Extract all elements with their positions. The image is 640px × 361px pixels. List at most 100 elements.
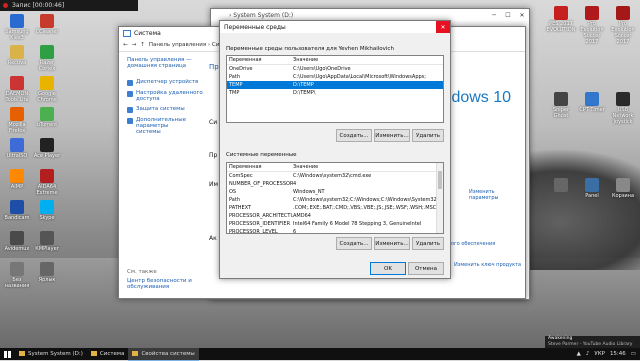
taskbar: System System (D:) Система Свойства систем… xyxy=(0,347,640,361)
variable-row[interactable]: NUMBER_OF_PROCESSORS 4 xyxy=(227,180,437,188)
see-also-label: См. также xyxy=(127,269,157,275)
desktop-shortcut[interactable]: Skype xyxy=(32,200,62,221)
desktop-shortcut[interactable]: CPT Timer xyxy=(577,92,607,113)
network-icon[interactable]: ▲ xyxy=(577,351,581,357)
software-license-link[interactable]: ого обеспечения xyxy=(451,241,495,247)
desktop-shortcut[interactable]: Avidemux xyxy=(2,231,32,252)
desktop-shortcut[interactable]: Samsung Kies3 xyxy=(2,14,32,41)
maximize-button[interactable]: ☐ xyxy=(501,9,515,21)
app-icon xyxy=(40,231,54,245)
system-edit-button[interactable]: Изменить... xyxy=(374,237,410,250)
variable-row[interactable]: Path C:\Users\Ugo\AppData\Local\Microsoft… xyxy=(227,73,443,81)
variable-row[interactable]: PROCESSOR_ARCHITECTU... AMD64 xyxy=(227,212,437,220)
volume-icon[interactable]: ♪ xyxy=(586,351,590,357)
desktop-shortcut[interactable]: КМPlayer xyxy=(32,231,62,252)
env-dialog-title: Переменные среды xyxy=(224,23,286,31)
user-vars-list[interactable]: Переменная Значение OneDrive C:\Users\Ugo… xyxy=(226,55,444,123)
taskbar-item[interactable]: Свойства системы xyxy=(128,347,199,361)
taskbar-item[interactable]: Система xyxy=(87,348,129,360)
desktop-shortcut[interactable]: Google Chrome xyxy=(32,76,62,103)
system-new-button[interactable]: Создать... xyxy=(336,237,372,250)
variable-row[interactable]: PROCESSOR_IDENTIFIER Intel64 Family 6 Mod… xyxy=(227,220,437,228)
col-header-variable[interactable]: Переменная xyxy=(227,163,293,171)
variable-row[interactable]: Path C:\Windows\system32;C:\Windows;C:\Wi… xyxy=(227,196,437,204)
cp-nav-item[interactable]: Дополнительные параметры системы xyxy=(127,117,219,135)
shield-icon xyxy=(127,91,133,97)
desktop-shortcut[interactable]: PES 2017 EVOLUTION xyxy=(546,6,576,33)
variable-row[interactable]: PROCESSOR_LEVEL 6 xyxy=(227,228,437,233)
user-edit-button[interactable]: Изменить... xyxy=(374,129,410,142)
start-button[interactable] xyxy=(0,348,15,360)
desktop-shortcut[interactable] xyxy=(546,178,576,193)
col-header-value[interactable]: Значение xyxy=(293,56,443,64)
cp-nav-label: Защита системы xyxy=(136,106,185,112)
breadcrumb[interactable]: Панель управления › Си xyxy=(149,42,219,48)
variable-row[interactable]: ComSpec C:\Windows\system32\cmd.exe xyxy=(227,172,437,180)
variable-row[interactable]: TMP D:\TEMP\ xyxy=(227,89,443,97)
monitor-icon xyxy=(123,29,131,37)
app-icon xyxy=(10,45,24,59)
system-vars-scrollbar[interactable] xyxy=(436,163,443,233)
forward-arrow-icon[interactable]: → xyxy=(132,42,137,48)
desktop-shortcut[interactable]: Sniper Ghost xyxy=(546,92,576,119)
system-vars-list[interactable]: Переменная Значение ComSpec C:\Windows\sy… xyxy=(226,162,444,234)
desktop-shortcut[interactable]: Корзина xyxy=(608,178,638,199)
desktop-shortcut[interactable]: Pro Evolution Soccer 2017 xyxy=(608,6,638,45)
change-key-link[interactable]: Изменить ключ продукта xyxy=(454,262,521,268)
desktop-shortcut[interactable]: AIMP xyxy=(2,169,32,190)
cp-nav-item[interactable]: Настройка удаленного доступа xyxy=(127,90,219,102)
desktop-shortcut[interactable]: Pro Evolution Soccer 2017 xyxy=(577,6,607,45)
desktop-shortcut[interactable]: AIDA64 Extreme xyxy=(32,169,62,196)
desktop-shortcut[interactable]: USB Network Joystick xyxy=(608,92,638,125)
desktop-shortcut[interactable]: Ace Player xyxy=(32,138,62,159)
variable-row[interactable]: OneDrive C:\Users\Ugo\OneDrive xyxy=(227,65,443,73)
cancel-button[interactable]: Отмена xyxy=(408,262,444,275)
desktop-shortcut[interactable]: Без названия xyxy=(2,262,32,289)
cp-nav-item[interactable]: Защита системы xyxy=(127,106,219,113)
ok-button[interactable]: OK xyxy=(370,262,406,275)
close-button[interactable]: ✕ xyxy=(515,9,529,21)
security-center-link[interactable]: Центр безопасности и обслуживания xyxy=(127,278,192,290)
scrollbar-thumb[interactable] xyxy=(438,171,442,189)
language-indicator[interactable]: УКР xyxy=(594,351,605,357)
user-delete-button[interactable]: Удалить xyxy=(412,129,444,142)
desktop-shortcut[interactable]: DAEMON Tools Lite xyxy=(2,76,32,103)
shortcut-label: Pro Evolution Soccer 2017 xyxy=(611,21,635,45)
desktop-shortcut[interactable]: Mozilla Firefox xyxy=(2,107,32,134)
minimize-button[interactable]: ─ xyxy=(487,9,501,21)
variable-row[interactable]: PATHEXT .COM;.EXE;.BAT;.CMD;.VBS;.VBE;.JS… xyxy=(227,204,437,212)
environment-variables-dialog[interactable]: Переменные среды ✕ Переменные среды поль… xyxy=(219,20,451,279)
shortcut-label: UltraISO xyxy=(6,153,28,159)
system-delete-button[interactable]: Удалить xyxy=(412,237,444,250)
variable-name: TEMP xyxy=(229,82,243,88)
env-titlebar[interactable]: Переменные среды ✕ xyxy=(220,21,450,33)
variable-value: AMD64 xyxy=(293,213,311,219)
desktop-shortcut[interactable]: UltraISO xyxy=(2,138,32,159)
desktop-shortcut[interactable]: Panel xyxy=(577,178,607,199)
col-header-value[interactable]: Значение xyxy=(293,163,437,171)
record-icon xyxy=(3,3,8,8)
variable-value: Intel64 Family 6 Model 78 Stepping 3, Ge… xyxy=(293,221,422,227)
up-arrow-icon[interactable]: ↑ xyxy=(140,42,145,48)
media-notification[interactable]: Awakening Steve Parmer - YouTube Audio L… xyxy=(545,336,640,348)
desktop-shortcut[interactable]: Recuva xyxy=(2,45,32,66)
desktop-shortcut[interactable]: CCleaner xyxy=(32,14,62,35)
control-panel-home-link[interactable]: Панель управления — домашняя страница xyxy=(127,57,217,69)
desktop-shortcut[interactable]: Razer Cortex xyxy=(32,45,62,72)
change-params-link[interactable]: Изменить параметры xyxy=(469,189,498,201)
desktop-shortcut[interactable]: Bandicam xyxy=(2,200,32,221)
notifications-icon[interactable]: ▭ xyxy=(631,351,636,357)
user-new-button[interactable]: Создать... xyxy=(336,129,372,142)
close-button[interactable]: ✕ xyxy=(436,21,450,33)
variable-row[interactable]: OS Windows_NT xyxy=(227,188,437,196)
taskbar-item[interactable]: System System (D:) xyxy=(15,348,87,360)
col-header-variable[interactable]: Переменная xyxy=(227,56,293,64)
variable-row[interactable]: TEMP D:\TEMP xyxy=(227,81,443,89)
desktop-shortcut[interactable]: uTorrent xyxy=(32,107,62,128)
cp-nav-item[interactable]: Диспетчер устройств xyxy=(127,79,219,86)
back-arrow-icon[interactable]: ← xyxy=(123,42,128,48)
clock[interactable]: 15:46 xyxy=(610,351,626,357)
recording-label: Запис [00:00:46] xyxy=(12,2,65,9)
app-icon xyxy=(585,92,599,106)
desktop-shortcut[interactable]: Ярлык xyxy=(32,262,62,283)
